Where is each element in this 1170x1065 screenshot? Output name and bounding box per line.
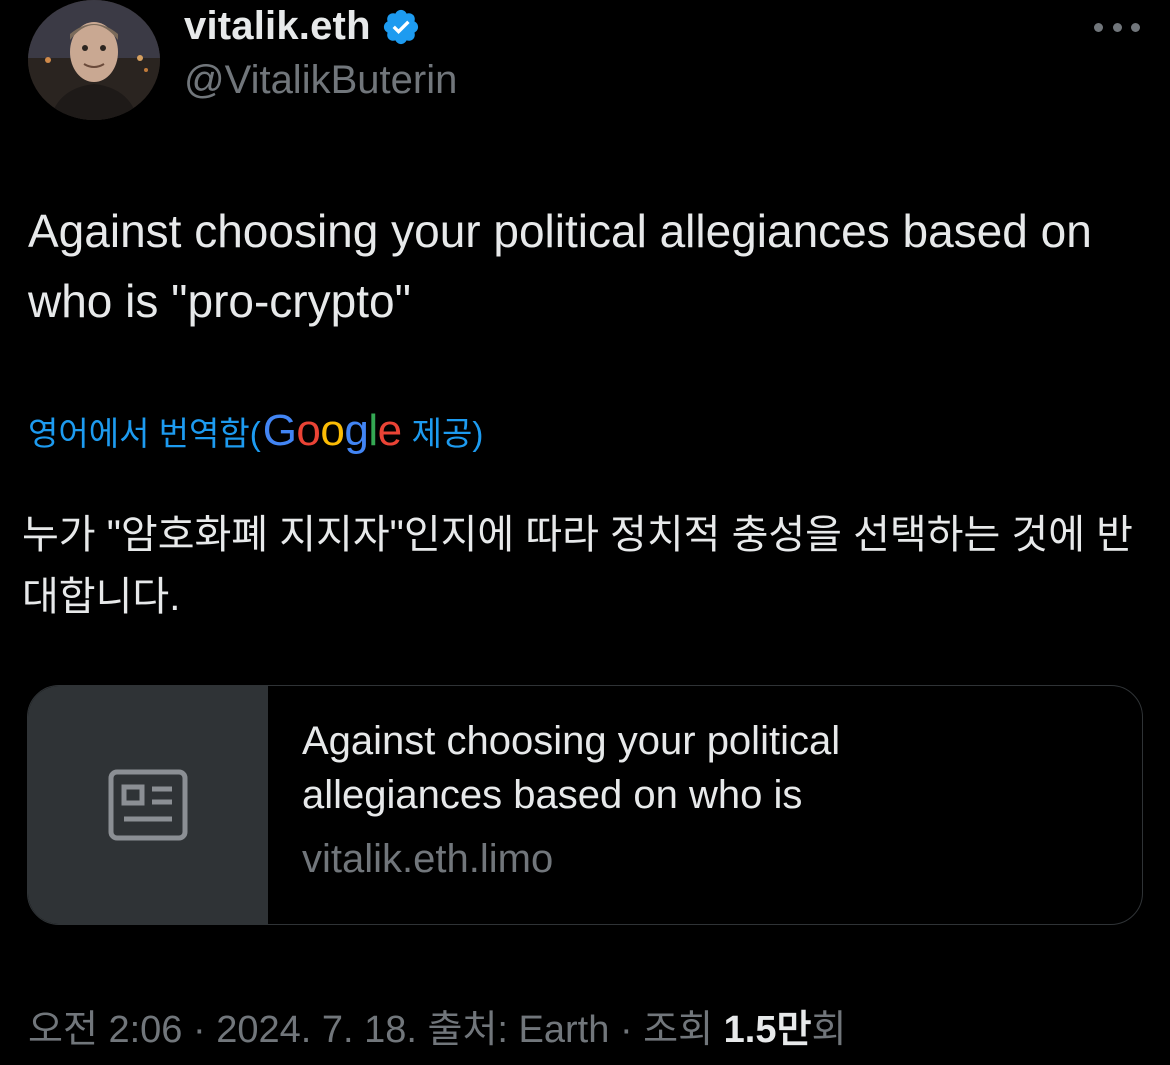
author-name-row[interactable]: vitalik.eth	[184, 4, 421, 49]
avatar[interactable]	[28, 0, 160, 120]
article-icon	[108, 769, 188, 841]
more-dot-icon	[1112, 22, 1122, 32]
avatar-photo	[28, 0, 160, 120]
translation-toggle[interactable]: 영어에서 번역함( Google 제공)	[28, 406, 483, 456]
link-preview-card[interactable]: Against choosing your political allegian…	[27, 685, 1143, 925]
tweet-time: 오전 2:06	[28, 1009, 183, 1051]
translated-text: 누가 "암호화폐 지지자"인지에 따라 정치적 충성을 선택하는 것에 반대합니…	[22, 513, 1133, 619]
translation-suffix: 제공)	[411, 415, 484, 452]
more-dot-icon	[1094, 22, 1103, 32]
more-options-button[interactable]	[1094, 14, 1140, 40]
author-handle[interactable]: @VitalikButerin	[184, 58, 457, 103]
author-display-name[interactable]: vitalik.eth	[184, 4, 371, 49]
verified-badge-icon[interactable]	[381, 7, 421, 47]
link-card-thumbnail	[28, 686, 268, 924]
tweet-meta: 오전 2:06 · 2024. 7. 18. 출처: Earth · 조회 1.…	[28, 1009, 847, 1051]
tweet-timestamp[interactable]: 오전 2:06 · 2024. 7. 18.	[28, 1009, 417, 1051]
tweet-text: Against choosing your political allegian…	[28, 205, 1092, 327]
link-card-title: Against choosing your political allegian…	[302, 719, 841, 817]
tweet-source: 출처: Earth	[427, 1009, 610, 1051]
link-card-domain: vitalik.eth.limo	[302, 837, 554, 881]
google-logo: Google	[262, 406, 402, 455]
more-dot-icon	[1131, 22, 1140, 32]
tweet-date: 2024. 7. 18.	[216, 1009, 417, 1051]
views-suffix: 회	[811, 1009, 847, 1051]
views-label: 조회	[643, 1009, 714, 1051]
link-card-body: Against choosing your political allegian…	[268, 686, 942, 924]
translation-prefix: 영어에서 번역함(	[28, 415, 261, 452]
views-count: 1.5만	[723, 1009, 812, 1051]
